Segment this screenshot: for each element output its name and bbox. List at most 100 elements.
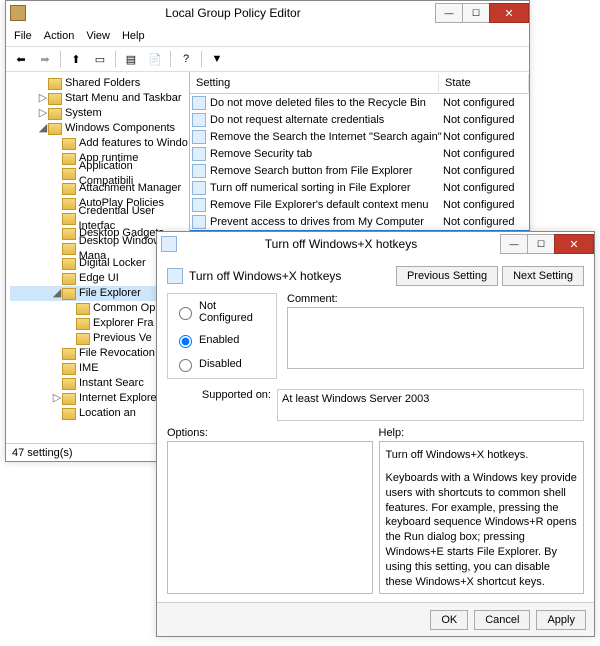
apply-button[interactable]: Apply <box>536 610 586 630</box>
options-panel <box>167 441 373 594</box>
export-button[interactable]: 📄 <box>144 49 166 69</box>
previous-setting-button[interactable]: Previous Setting <box>396 266 498 286</box>
setting-icon <box>167 268 183 284</box>
help-button[interactable]: ? <box>175 49 197 69</box>
menu-help[interactable]: Help <box>122 30 145 42</box>
setting-name: Do not request alternate credentials <box>210 114 443 126</box>
folder-icon <box>62 168 76 180</box>
app-icon <box>10 5 26 21</box>
tree-label: Attachment Manager <box>79 181 181 196</box>
up-button[interactable]: ⬆ <box>65 49 87 69</box>
tree-label: IME <box>79 361 99 376</box>
cancel-button[interactable]: Cancel <box>474 610 530 630</box>
folder-icon <box>62 213 76 225</box>
properties-button[interactable]: ▤ <box>120 49 142 69</box>
policy-dialog: Turn off Windows+X hotkeys Turn off Wind… <box>156 231 595 637</box>
setting-name: Remove File Explorer's default context m… <box>210 199 443 211</box>
setting-state: Not configured <box>443 131 527 143</box>
tree-label: Instant Searc <box>79 376 144 391</box>
setting-name: Do not move deleted files to the Recycle… <box>210 97 443 109</box>
folder-icon <box>62 273 76 285</box>
folder-icon <box>62 408 76 420</box>
comment-input[interactable] <box>287 307 584 369</box>
folder-icon <box>76 318 90 330</box>
window-title: Local Group Policy Editor <box>30 6 436 20</box>
tree-node[interactable]: ◢Windows Components <box>10 121 189 136</box>
dialog-title: Turn off Windows+X hotkeys <box>181 237 501 251</box>
folder-icon <box>62 363 76 375</box>
tree-node[interactable]: Shared Folders <box>10 76 189 91</box>
setting-state: Not configured <box>443 114 527 126</box>
tree-node[interactable]: Attachment Manager <box>10 181 189 196</box>
filter-button[interactable]: ▼ <box>206 49 228 69</box>
dialog-buttons: OK Cancel Apply <box>157 602 594 636</box>
tree-node[interactable]: Application Compatibili <box>10 166 189 181</box>
setting-name: Remove the Search the Internet "Search a… <box>210 131 443 143</box>
folder-icon <box>62 153 76 165</box>
dialog-close-button[interactable] <box>554 234 594 254</box>
setting-row[interactable]: Turn off numerical sorting in File Explo… <box>190 179 529 196</box>
tree-node[interactable]: Add features to Windo <box>10 136 189 151</box>
back-button[interactable]: ⬅ <box>10 49 32 69</box>
setting-row[interactable]: Do not request alternate credentialsNot … <box>190 111 529 128</box>
tree-node[interactable]: Credential User Interfac <box>10 211 189 226</box>
setting-icon <box>192 181 206 195</box>
col-setting[interactable]: Setting <box>190 74 439 92</box>
dialog-minimize-button[interactable] <box>500 234 528 254</box>
setting-icon <box>192 198 206 212</box>
setting-name: Turn off numerical sorting in File Explo… <box>210 182 443 194</box>
tree-label: Internet Explore <box>79 391 157 406</box>
setting-name: Remove Security tab <box>210 148 443 160</box>
tree-label: Windows Components <box>65 121 175 136</box>
setting-row[interactable]: Do not move deleted files to the Recycle… <box>190 94 529 111</box>
setting-row[interactable]: Remove the Search the Internet "Search a… <box>190 128 529 145</box>
list-header[interactable]: Setting State <box>190 72 529 94</box>
setting-row[interactable]: Prevent access to drives from My Compute… <box>190 213 529 230</box>
folder-icon <box>76 303 90 315</box>
tree-label: Location an <box>79 406 136 421</box>
tree-node[interactable]: ▷Start Menu and Taskbar <box>10 91 189 106</box>
help-panel[interactable]: Turn off Windows+X hotkeys.Keyboards wit… <box>379 441 585 594</box>
setting-icon <box>192 215 206 229</box>
col-state[interactable]: State <box>439 74 529 92</box>
tree-node[interactable]: ▷System <box>10 106 189 121</box>
menu-file[interactable]: File <box>14 30 32 42</box>
next-setting-button[interactable]: Next Setting <box>502 266 584 286</box>
close-button[interactable] <box>489 3 529 23</box>
folder-icon <box>48 93 62 105</box>
dialog-maximize-button[interactable] <box>527 234 555 254</box>
ok-button[interactable]: OK <box>430 610 468 630</box>
folder-icon <box>62 393 76 405</box>
radio-not-configured[interactable]: Not Configured <box>174 300 270 324</box>
status-text: 47 setting(s) <box>12 447 73 459</box>
supported-value: At least Windows Server 2003 <box>277 389 584 421</box>
minimize-button[interactable] <box>435 3 463 23</box>
setting-state: Not configured <box>443 216 527 228</box>
setting-row[interactable]: Remove Search button from File ExplorerN… <box>190 162 529 179</box>
setting-state: Not configured <box>443 165 527 177</box>
policy-icon <box>161 236 177 252</box>
setting-icon <box>192 113 206 127</box>
folder-icon <box>62 288 76 300</box>
radio-disabled[interactable]: Disabled <box>174 356 270 372</box>
setting-row[interactable]: Remove File Explorer's default context m… <box>190 196 529 213</box>
tree-label: File Explorer <box>79 286 141 301</box>
show-hide-tree-button[interactable]: ▭ <box>89 49 111 69</box>
dialog-titlebar[interactable]: Turn off Windows+X hotkeys <box>157 232 594 257</box>
comment-label: Comment: <box>287 293 584 305</box>
folder-icon <box>62 198 76 210</box>
tree-label: Start Menu and Taskbar <box>65 91 182 106</box>
tree-label: System <box>65 106 102 121</box>
tree-label: Digital Locker <box>79 256 146 271</box>
maximize-button[interactable] <box>462 3 490 23</box>
setting-icon <box>192 96 206 110</box>
state-radio-group: Not Configured Enabled Disabled <box>167 293 277 379</box>
radio-enabled[interactable]: Enabled <box>174 332 270 348</box>
setting-row[interactable]: Remove Security tabNot configured <box>190 145 529 162</box>
menu-action[interactable]: Action <box>44 30 75 42</box>
folder-icon <box>76 333 90 345</box>
forward-button[interactable]: ➡ <box>34 49 56 69</box>
titlebar[interactable]: Local Group Policy Editor <box>6 1 529 26</box>
tree-label: Explorer Fra <box>93 316 154 331</box>
menu-view[interactable]: View <box>86 30 110 42</box>
